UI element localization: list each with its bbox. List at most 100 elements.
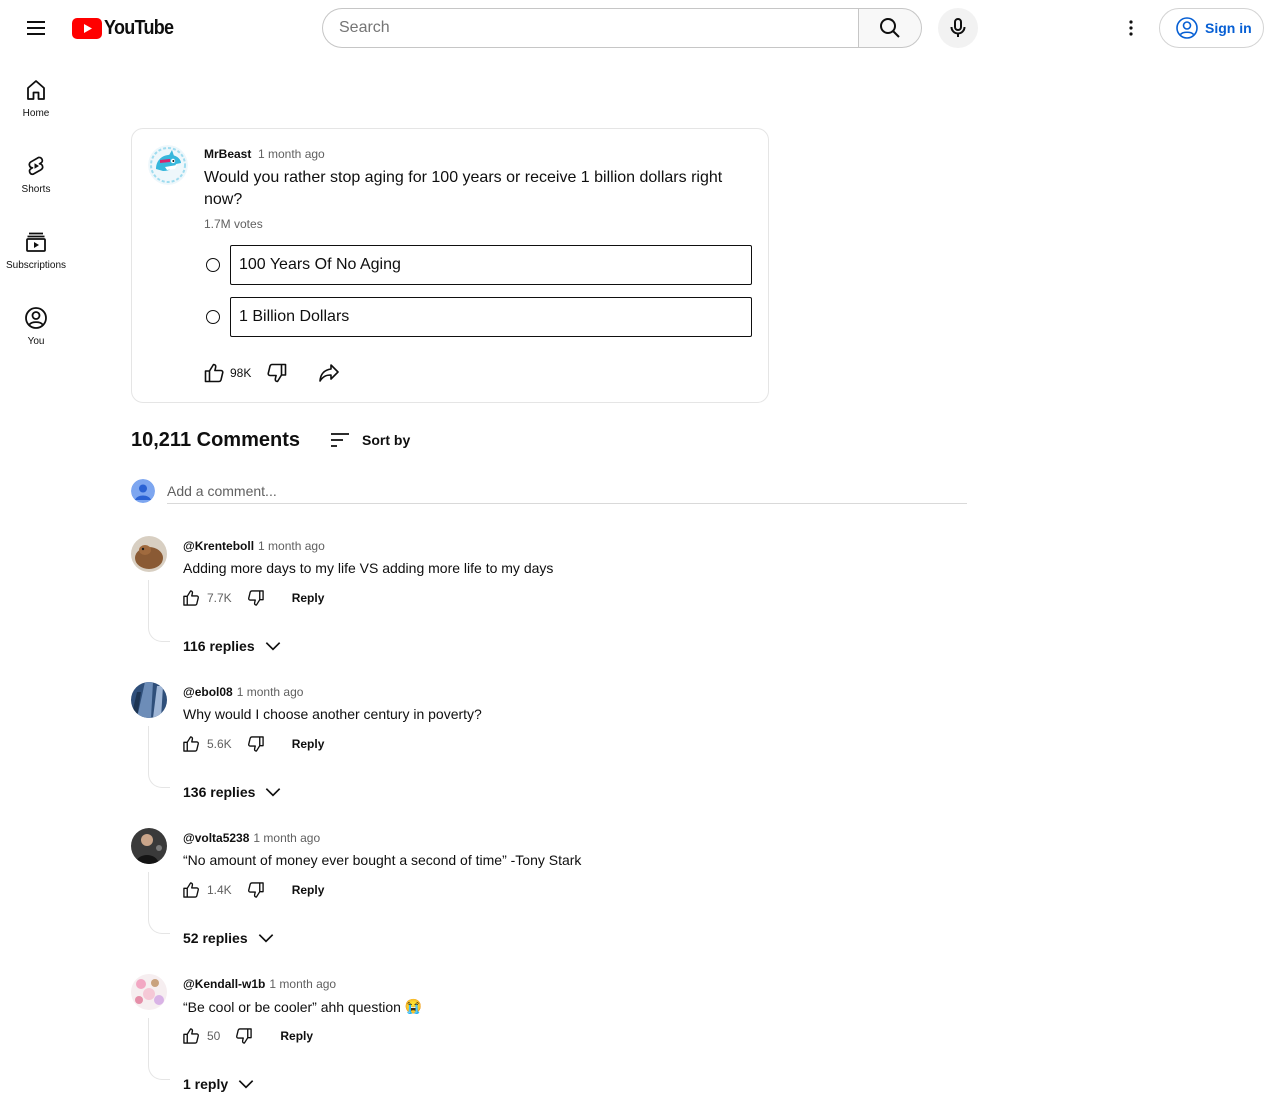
like-button[interactable]: [179, 1024, 203, 1048]
youtube-wordmark: YouTube: [104, 16, 174, 39]
comment-actions: 50 Reply: [179, 1024, 313, 1048]
like-button[interactable]: [200, 359, 228, 387]
comment-author[interactable]: @volta5238: [183, 831, 249, 845]
reply-button[interactable]: Reply: [280, 1029, 313, 1043]
post-time[interactable]: 1 month ago: [258, 147, 325, 161]
menu-button[interactable]: [16, 8, 56, 48]
commenter-avatar[interactable]: [131, 828, 167, 864]
reply-button[interactable]: Reply: [292, 883, 325, 897]
chevron-down-icon: [238, 1080, 254, 1089]
comment-time[interactable]: 1 month ago: [269, 977, 336, 991]
thumb-down-icon: [267, 363, 287, 383]
radio-button[interactable]: [206, 258, 220, 272]
comment-text: “Be cool or be cooler” ahh question 😭: [183, 998, 422, 1015]
comment-author[interactable]: @ebol08: [183, 685, 233, 699]
like-button[interactable]: [179, 586, 203, 610]
share-icon: [319, 364, 340, 382]
youtube-logo[interactable]: YouTube: [72, 17, 181, 39]
reply-button[interactable]: Reply: [292, 591, 325, 605]
thumb-up-icon: [183, 590, 199, 606]
dislike-button[interactable]: [244, 878, 268, 902]
comment-thread: @ebol08 1 month ago Why would I choose a…: [131, 682, 971, 828]
comment-author[interactable]: @Kendall-w1b: [183, 977, 265, 991]
comment-header: @Krenteboll 1 month ago: [183, 539, 325, 553]
reply-button[interactable]: Reply: [292, 737, 325, 751]
dislike-button[interactable]: [244, 732, 268, 756]
replies-count: 52 replies: [183, 930, 248, 946]
poll-option-label: 100 Years Of No Aging: [230, 245, 752, 285]
replies-count: 136 replies: [183, 784, 256, 800]
add-comment-input[interactable]: [167, 478, 967, 504]
comment-header: @Kendall-w1b 1 month ago: [183, 977, 336, 991]
sidebar-item-shorts[interactable]: Shorts: [4, 140, 68, 214]
thread-connector-line: [148, 872, 170, 934]
dislike-button[interactable]: [244, 586, 268, 610]
thread-connector-line: [148, 1018, 170, 1080]
view-replies-button[interactable]: 1 reply: [183, 1072, 256, 1096]
sort-by-button[interactable]: Sort by: [328, 428, 410, 452]
search-icon: [880, 18, 900, 38]
replies-count: 1 reply: [183, 1076, 229, 1092]
vote-count: 1.7M votes: [204, 217, 263, 231]
you-icon: [25, 307, 47, 329]
sidebar-item-subscriptions[interactable]: Subscriptions: [4, 216, 68, 290]
chevron-down-icon: [258, 934, 273, 943]
view-replies-button[interactable]: 116 replies: [183, 634, 283, 658]
subscriptions-icon: [26, 232, 46, 252]
settings-menu-button[interactable]: [1111, 8, 1151, 48]
commenter-avatar[interactable]: [131, 974, 167, 1010]
comment-time[interactable]: 1 month ago: [237, 685, 304, 699]
building-avatar-icon: [131, 682, 167, 718]
voice-search-button[interactable]: [938, 8, 978, 48]
comment-actions: 1.4K Reply: [179, 878, 324, 902]
commenter-avatar[interactable]: [131, 536, 167, 572]
comment-author[interactable]: @Krenteboll: [183, 539, 254, 553]
sidebar-item-label: You: [27, 336, 45, 347]
sidebar-item-label: Shorts: [21, 184, 51, 195]
like-count: 50: [207, 1029, 221, 1043]
thumb-down-icon: [247, 590, 264, 606]
sidebar-item-you[interactable]: You: [4, 292, 68, 366]
dislike-button[interactable]: [232, 1024, 256, 1048]
commenter-avatar[interactable]: [131, 682, 167, 718]
like-count: 1.4K: [207, 883, 232, 897]
comment-time[interactable]: 1 month ago: [253, 831, 320, 845]
thumb-up-icon: [183, 736, 199, 752]
radio-button[interactable]: [206, 310, 220, 324]
share-button[interactable]: [315, 359, 343, 387]
view-replies-button[interactable]: 52 replies: [183, 926, 276, 950]
comment-body: Why would I choose another century in po…: [183, 706, 482, 722]
chevron-down-icon: [266, 788, 281, 797]
sort-icon: [331, 433, 349, 447]
sidebar-item-home[interactable]: Home: [4, 64, 68, 138]
sort-by-label: Sort by: [362, 432, 411, 448]
stickers-avatar-icon: [131, 974, 167, 1010]
comment-thread: @Krenteboll 1 month ago Adding more days…: [131, 536, 971, 682]
comment-header: @ebol08 1 month ago: [183, 685, 303, 699]
poll-option[interactable]: 100 Years Of No Aging: [204, 245, 754, 285]
comment-time[interactable]: 1 month ago: [258, 539, 325, 553]
thread-connector-line: [148, 726, 170, 788]
comment-actions: 7.7K Reply: [179, 586, 324, 610]
sidebar-item-label: Home: [22, 108, 50, 119]
replies-count: 116 replies: [183, 638, 255, 654]
like-button[interactable]: [179, 732, 203, 756]
comment-thread: @volta5238 1 month ago “No amount of mon…: [131, 828, 971, 974]
poll-option[interactable]: 1 Billion Dollars: [204, 297, 754, 337]
sign-in-button[interactable]: Sign in: [1159, 8, 1264, 48]
post-author[interactable]: MrBeast: [204, 147, 251, 161]
shorts-icon: [28, 156, 44, 176]
more-vert-icon: [1129, 20, 1133, 36]
like-button[interactable]: [179, 878, 203, 902]
dislike-button[interactable]: [263, 359, 291, 387]
comment-text: “No amount of money ever bought a second…: [183, 852, 581, 868]
search-button[interactable]: [858, 8, 922, 48]
channel-avatar[interactable]: [148, 145, 188, 185]
youtube-play-icon: [72, 17, 102, 39]
crying-emoji: 😭: [404, 998, 423, 1014]
comment-thread: @Kendall-w1b 1 month ago “Be cool or be …: [131, 974, 971, 1113]
view-replies-button[interactable]: 136 replies: [183, 780, 283, 804]
search-input[interactable]: [322, 8, 858, 48]
sidebar-item-label: Subscriptions: [5, 260, 67, 271]
mrbeast-logo-icon: [148, 145, 188, 185]
